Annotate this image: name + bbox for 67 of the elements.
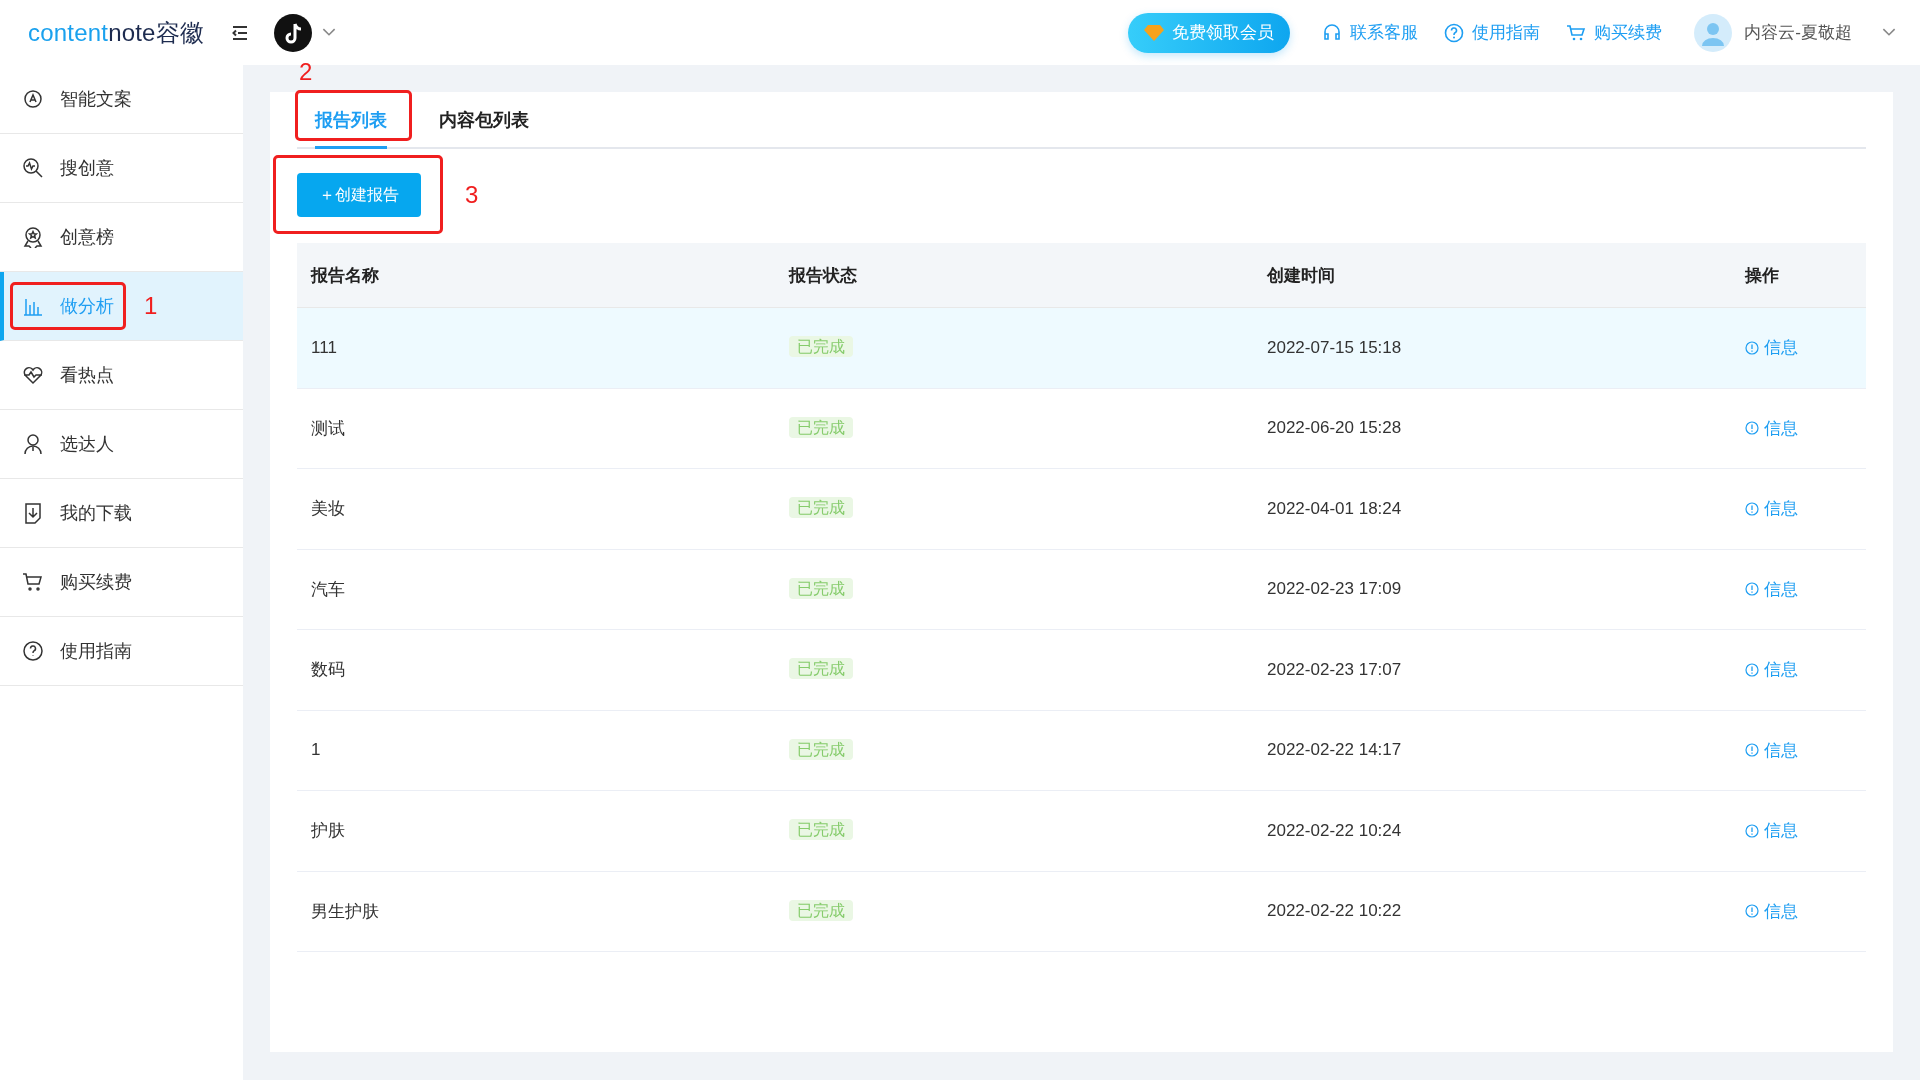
report-name: 男生护肤 bbox=[311, 901, 379, 921]
table-row[interactable]: 护肤 已完成 2022-02-22 10:24 信息 bbox=[297, 791, 1866, 872]
info-icon bbox=[1745, 421, 1759, 435]
table-row[interactable]: 男生护肤 已完成 2022-02-22 10:22 信息 bbox=[297, 871, 1866, 952]
report-name: 汽车 bbox=[311, 579, 345, 599]
column-header: 创建时间 bbox=[1266, 264, 1336, 287]
info-icon bbox=[1745, 582, 1759, 596]
annotation-number: 2 bbox=[299, 58, 313, 86]
status-tag: 已完成 bbox=[789, 738, 853, 760]
table-row[interactable]: 数码 已完成 2022-02-23 17:07 信息 bbox=[297, 630, 1866, 711]
avatar-icon[interactable] bbox=[1694, 13, 1733, 52]
report-name: 美妆 bbox=[311, 499, 345, 519]
created-time: 2022-02-22 14:17 bbox=[1267, 740, 1402, 760]
annotation-number: 3 bbox=[465, 181, 479, 209]
report-name: 111 bbox=[311, 337, 337, 357]
column-header: 报告名称 bbox=[309, 264, 380, 287]
table-row[interactable]: 汽车 已完成 2022-02-23 17:09 信息 bbox=[297, 549, 1866, 630]
headset-icon bbox=[1322, 22, 1343, 43]
heart-pulse-icon bbox=[22, 364, 44, 386]
created-time: 2022-02-23 17:07 bbox=[1267, 659, 1402, 679]
info-icon bbox=[1745, 501, 1759, 516]
created-time: 2022-04-01 18:24 bbox=[1267, 498, 1402, 518]
created-time: 2022-06-20 15:28 bbox=[1267, 418, 1402, 438]
column-header: 操作 bbox=[1743, 264, 1780, 287]
table-row[interactable]: 111 已完成 2022-07-15 15:18 信息 bbox=[297, 308, 1866, 389]
created-time: 2022-02-23 17:09 bbox=[1267, 579, 1402, 599]
cart-icon bbox=[1566, 22, 1587, 43]
report-name: 护肤 bbox=[311, 821, 345, 841]
award-icon bbox=[22, 226, 44, 248]
info-icon bbox=[1745, 662, 1759, 677]
diamond-icon bbox=[1144, 23, 1165, 42]
table-row[interactable]: 1 已完成 2022-02-22 14:17 信息 bbox=[297, 710, 1866, 791]
created-time: 2022-02-22 10:24 bbox=[1267, 820, 1402, 840]
created-time: 2022-07-15 15:18 bbox=[1267, 337, 1402, 357]
person-icon bbox=[22, 433, 44, 455]
status-tag: 已完成 bbox=[789, 416, 853, 438]
status-tag: 已完成 bbox=[789, 577, 853, 599]
status-tag: 已完成 bbox=[789, 899, 853, 921]
info-icon bbox=[1745, 904, 1759, 918]
help-icon bbox=[22, 640, 44, 662]
logo: contentnote容徽 bbox=[28, 17, 205, 48]
status-tag: 已完成 bbox=[789, 497, 853, 519]
caret-icon[interactable] bbox=[322, 28, 337, 37]
search-icon bbox=[22, 157, 44, 179]
tab[interactable]: 内容包列表 bbox=[439, 92, 529, 149]
status-tag: 已完成 bbox=[789, 819, 853, 841]
report-name: 1 bbox=[311, 740, 321, 760]
report-name: 测试 bbox=[311, 418, 345, 438]
info-icon bbox=[1745, 340, 1759, 355]
sidebar-item[interactable]: 做分析 1 bbox=[0, 272, 243, 341]
caret-icon[interactable] bbox=[1882, 28, 1896, 37]
table-row[interactable]: 测试 已完成 2022-06-20 15:28 信息 bbox=[297, 388, 1866, 469]
download-icon bbox=[22, 502, 44, 524]
music-note-icon[interactable] bbox=[274, 13, 313, 52]
created-time: 2022-02-22 10:22 bbox=[1267, 901, 1402, 921]
info-icon bbox=[1745, 823, 1759, 838]
user-name[interactable]: 内容云-夏敬超 bbox=[1744, 21, 1852, 44]
table-row[interactable]: 美妆 已完成 2022-04-01 18:24 信息 bbox=[297, 469, 1866, 550]
help-icon bbox=[1444, 22, 1465, 43]
annotation-number: 1 bbox=[144, 292, 158, 320]
menu-icon[interactable] bbox=[232, 25, 249, 40]
status-tag: 已完成 bbox=[789, 336, 853, 358]
column-header: 报告状态 bbox=[787, 264, 858, 287]
status-tag: 已完成 bbox=[789, 658, 853, 680]
report-name: 数码 bbox=[311, 660, 345, 680]
info-icon bbox=[1745, 743, 1759, 757]
cart-icon bbox=[22, 571, 44, 593]
